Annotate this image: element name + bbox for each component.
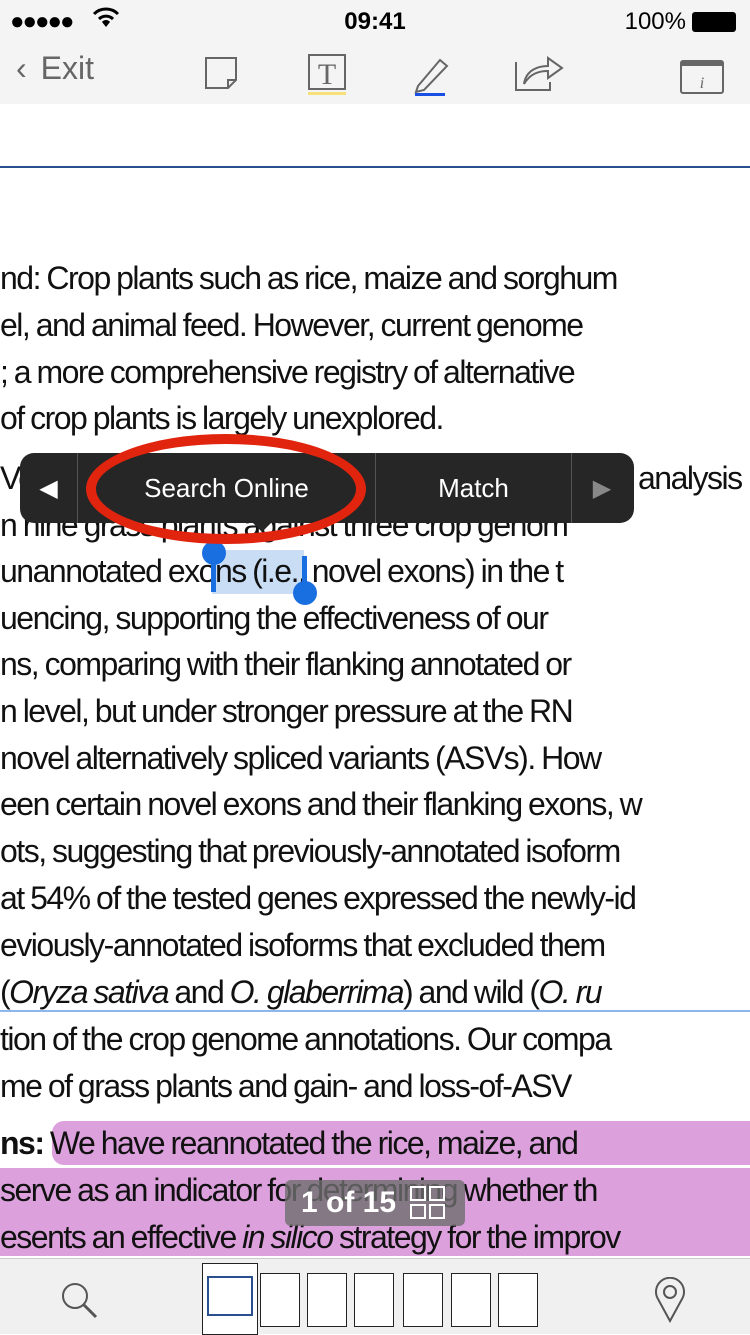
text-line: me of grass plants and gain- and loss-of…: [0, 1068, 572, 1104]
bookmark-location-button[interactable]: [654, 1276, 686, 1328]
selection-handle-start-knob[interactable]: [202, 541, 226, 565]
battery-percent: 100%: [624, 8, 686, 35]
page-indicator[interactable]: 1 of 15: [285, 1180, 465, 1226]
page-thumbnail-6[interactable]: [451, 1273, 491, 1327]
page-thumbnail-2[interactable]: [260, 1273, 300, 1327]
selection-handle-end-knob[interactable]: [293, 581, 317, 605]
note-icon: [205, 57, 237, 89]
text-line: el, and animal feed. However, current ge…: [0, 307, 584, 343]
search-button[interactable]: [60, 1281, 98, 1324]
info-icon: i: [680, 60, 724, 94]
page-thumbnail-3[interactable]: [307, 1273, 347, 1327]
pencil-icon: [414, 58, 449, 96]
info-button[interactable]: i: [680, 60, 724, 102]
text-highlight-button[interactable]: T: [308, 54, 346, 104]
text-line: n level, but under stronger pressure at …: [0, 693, 574, 729]
underline-annotation: [0, 1010, 750, 1012]
text-line: uencing, supporting the effectiveness of…: [0, 600, 549, 636]
menu-next-button[interactable]: ▶: [572, 453, 632, 523]
text-line: ns, comparing with their flanking annota…: [0, 646, 572, 682]
text-line: tion of the crop genome annotations. Our…: [0, 1021, 612, 1057]
toolbar: ‹ Exit T i: [0, 40, 750, 104]
share-icon: [515, 56, 564, 91]
bottom-bar: [0, 1258, 750, 1335]
text-line: eviously-annotated isoforms that exclude…: [0, 927, 606, 963]
annotation-oval: [86, 434, 366, 544]
text-line: een certain novel exons and their flanki…: [0, 786, 643, 822]
search-icon: [62, 1283, 98, 1319]
header-rule: [0, 166, 750, 168]
text-line: novel alternatively spliced variants (AS…: [0, 740, 602, 776]
battery: 100%: [625, 8, 736, 36]
note-button[interactable]: [204, 56, 238, 98]
text: unannotated: [0, 553, 168, 589]
text-line: at 54% of the tested genes expressed the…: [0, 880, 637, 916]
text-line: nd: Crop plants such as rice, maize and …: [0, 260, 618, 296]
page-thumbnail-7[interactable]: [498, 1273, 538, 1327]
page-count: 1 of 15: [301, 1186, 397, 1219]
page-thumbnail-5[interactable]: [403, 1273, 443, 1327]
status-bar: ●●●●● 09:41 100%: [0, 0, 750, 40]
exit-label: Exit: [40, 50, 94, 86]
match-menu-item[interactable]: Match: [376, 453, 572, 523]
chevron-left-icon: ‹: [16, 50, 27, 86]
battery-icon: [692, 12, 736, 32]
location-pin-icon: [655, 1276, 685, 1324]
highlighted-text: We have reannotated the rice, maize, and: [43, 1125, 579, 1161]
text: (i.e., novel exons) in the t: [245, 553, 564, 589]
text-line: analysis: [638, 460, 743, 496]
grid-icon: [410, 1186, 446, 1219]
text-line: ots, suggesting that previously-annotate…: [0, 833, 621, 869]
page-thumbnail-4[interactable]: [354, 1273, 394, 1327]
menu-prev-button[interactable]: ◀: [20, 453, 78, 523]
text-line: ; a more comprehensive registry of alter…: [0, 354, 576, 390]
triangle-left-icon: ◀: [39, 474, 58, 502]
pen-button[interactable]: [414, 54, 450, 104]
text-line: unannotated exons (i.e., novel exons) in…: [0, 549, 564, 593]
page-thumbnail-1[interactable]: [202, 1263, 258, 1335]
text-line: (Oryza sativa and O. glaberrima) and wil…: [0, 974, 603, 1010]
text-line: ns: We have reannotated the rice, maize,…: [0, 1125, 579, 1161]
triangle-right-icon: ▶: [592, 474, 612, 502]
share-button[interactable]: [514, 54, 564, 100]
text-icon: T: [308, 54, 346, 95]
svg-text:T: T: [318, 58, 336, 91]
exit-button[interactable]: ‹ Exit: [16, 50, 94, 87]
svg-text:i: i: [700, 75, 704, 92]
